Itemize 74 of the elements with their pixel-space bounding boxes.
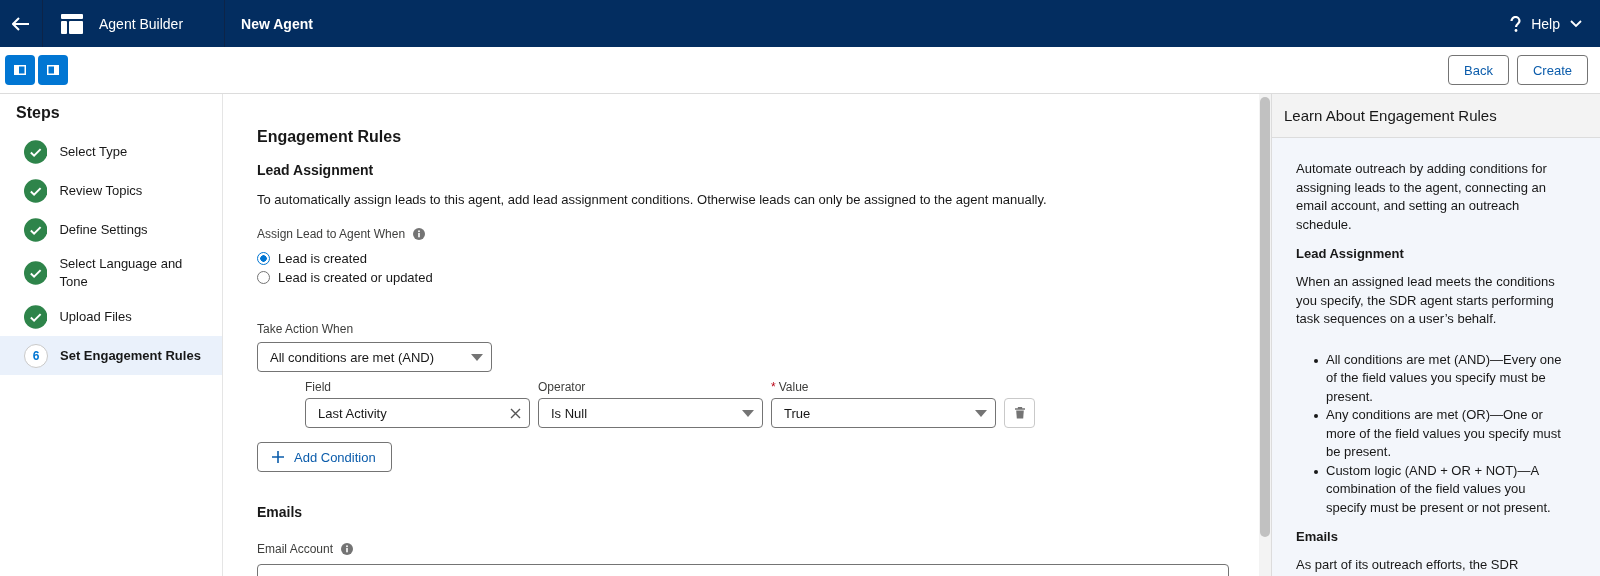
step-item[interactable]: Select Type — [0, 132, 222, 171]
description-text: To automatically assign leads to this agent, add lead assignment conditions. Otherwise leads can only be assigned to the agent manually. — [257, 192, 1048, 207]
caret-icon — [742, 409, 754, 417]
list-item-text: Custom logic (AND + OR + NOT)—A combination of the field values you specify must be present or not present. — [1326, 461, 1552, 517]
radio-button[interactable] — [257, 252, 270, 265]
step-label: Upload Files — [59, 307, 133, 326]
page-title: New Agent — [241, 15, 313, 32]
radio-option[interactable]: Lead is created or updated — [257, 268, 1225, 287]
operator-dropdown[interactable]: Is Null — [538, 398, 763, 428]
layout-icon — [61, 13, 83, 34]
radio-button[interactable] — [257, 271, 270, 284]
field-label: Email Account — [257, 542, 334, 556]
field-label: Take Action When — [257, 322, 355, 336]
column-label: Value — [778, 380, 809, 394]
plus-icon — [272, 451, 284, 463]
step-item[interactable]: 6 Set Engagement Rules — [0, 336, 222, 375]
step-number: 6 — [24, 343, 48, 368]
help-menu[interactable]: Help — [1510, 0, 1600, 47]
subsection-title: Lead Assignment — [257, 162, 375, 178]
condition-logic-dropdown[interactable]: All conditions are met (AND) — [257, 342, 492, 372]
step-item[interactable]: Review Topics — [0, 171, 222, 210]
back-arrow-icon[interactable] — [12, 16, 30, 31]
step-label: Review Topics — [59, 181, 144, 200]
left-panel-icon — [14, 65, 26, 75]
help-paragraph: Automate outreach by adding conditions for assigning leads to the agent, connecting an email account, and setting an outreach schedule. — [1296, 160, 1548, 234]
check-circle-icon — [24, 178, 48, 203]
list-item-text: All conditions are met (AND)—Every one of the field values you specify must be present. — [1326, 350, 1563, 406]
caret-icon — [975, 409, 987, 417]
help-paragraph: As part of its outreach efforts, the SDR — [1296, 556, 1520, 574]
delete-button[interactable] — [1004, 398, 1035, 428]
back-button[interactable]: Back — [1448, 55, 1509, 85]
help-paragraph: When an assigned lead meets the conditions you specify, the SDR agent starts performing task sequences on a user’s behalf. — [1296, 273, 1556, 328]
column-label: Field — [305, 380, 332, 394]
step-label: Select Language and Tone — [59, 255, 184, 291]
radio-option[interactable]: Lead is created — [257, 249, 1225, 268]
step-label: Define Settings — [59, 220, 149, 239]
section-title: Engagement Rules — [257, 128, 403, 146]
required-marker: * — [771, 380, 776, 394]
check-circle-icon — [24, 261, 48, 285]
field-label: Assign Lead to Agent When — [257, 227, 406, 241]
list-item-text: Any conditions are met (OR)—One or more of the field values you specify must be present. — [1326, 406, 1562, 461]
help-heading: Lead Assignment — [1296, 246, 1405, 261]
trash-icon — [1014, 407, 1025, 419]
step-item[interactable]: Define Settings — [0, 210, 222, 249]
help-heading: Emails — [1296, 529, 1339, 544]
info-icon — [413, 228, 426, 240]
steps-title: Steps — [15, 104, 61, 123]
check-circle-icon — [24, 139, 48, 164]
step-label: Set Engagement Rules — [60, 346, 202, 365]
subsection-title: Emails — [257, 504, 304, 520]
step-label: Select Type — [59, 142, 129, 161]
create-button[interactable]: Create — [1516, 55, 1588, 85]
bullet-dot — [1314, 414, 1318, 418]
bullet-dot — [1314, 469, 1318, 474]
check-circle-icon — [24, 304, 48, 329]
check-circle-icon — [24, 217, 48, 242]
field-input[interactable]: Last Activity — [305, 398, 530, 428]
app-name: Agent Builder — [99, 15, 184, 32]
right-panel-toggle[interactable] — [38, 55, 68, 85]
clear-icon[interactable] — [510, 407, 521, 419]
caret-icon — [471, 353, 483, 361]
add-condition-button[interactable]: Add Condition — [257, 442, 392, 472]
step-item[interactable]: Select Language and Tone — [0, 249, 222, 297]
info-icon — [341, 543, 354, 555]
question-icon — [1510, 15, 1522, 32]
value-dropdown[interactable]: True — [771, 398, 996, 428]
scrollbar-thumb[interactable] — [1260, 97, 1270, 537]
left-panel-toggle[interactable] — [5, 55, 35, 85]
right-panel-icon — [47, 65, 59, 75]
step-item[interactable]: Upload Files — [0, 297, 222, 336]
panel-title: Learn About Engagement Rules — [1272, 94, 1600, 138]
bullet-dot — [1314, 358, 1318, 363]
column-label: Operator — [538, 380, 587, 394]
chevron-down-icon — [1570, 19, 1582, 28]
